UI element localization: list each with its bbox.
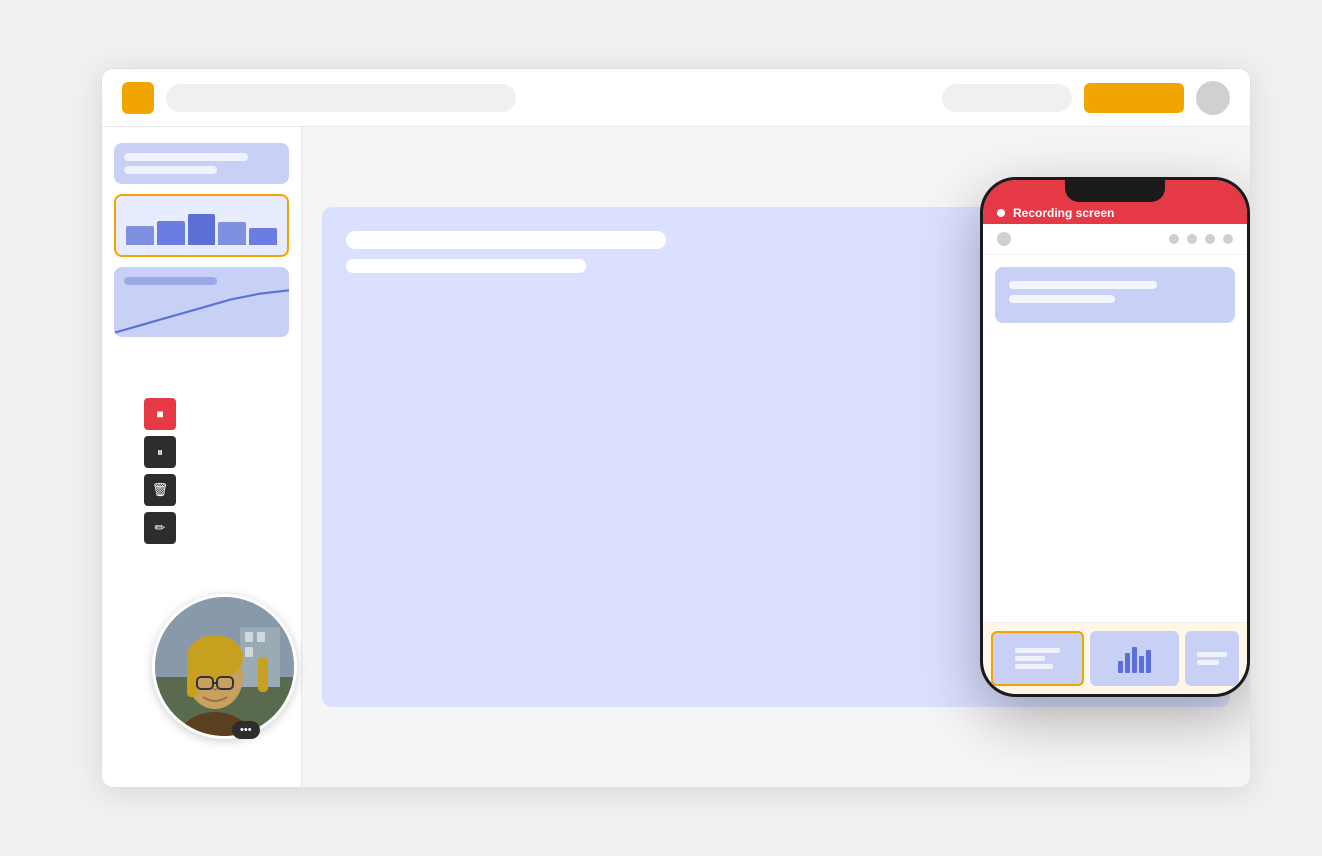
phone-card-line: [1009, 281, 1157, 289]
search-input[interactable]: [942, 84, 1072, 112]
phone-thumb-3[interactable]: [1185, 631, 1239, 686]
card-line: [124, 166, 217, 174]
pause-button[interactable]: ⏸: [144, 436, 176, 468]
user-webcam: [152, 594, 297, 739]
sidebar-chart: [126, 210, 277, 245]
card-line: [124, 277, 217, 285]
nav-dot: [997, 232, 1011, 246]
phone-body: [983, 255, 1247, 622]
scene: Recording screen: [61, 38, 1261, 818]
record-button[interactable]: ■: [144, 398, 176, 430]
action-button[interactable]: [1084, 83, 1184, 113]
phone-thumb-text[interactable]: [991, 631, 1084, 686]
phone-card-line: [1009, 295, 1115, 303]
phone-bottom-bar: [983, 622, 1247, 694]
url-bar: [166, 84, 516, 112]
browser-toolbar: [102, 69, 1250, 127]
sidebar-bar: [126, 226, 154, 245]
nav-dot: [1187, 234, 1197, 244]
app-logo: [122, 82, 154, 114]
phone-notch: [1065, 180, 1165, 202]
main-chart: Recording screen: [322, 207, 1230, 707]
sidebar-bar: [188, 214, 216, 246]
nav-dot: [1169, 234, 1179, 244]
avatar-svg: [155, 597, 297, 739]
delete-icon: 🗑: [152, 482, 169, 498]
sidebar-bar: [157, 221, 185, 246]
sidebar-card-trend[interactable]: [114, 267, 289, 337]
chart-title: [346, 231, 666, 249]
phone-content-card: [995, 267, 1235, 323]
phone-nav-bar: [983, 224, 1247, 255]
chart-subtitle: [346, 259, 586, 273]
delete-button[interactable]: 🗑: [144, 474, 176, 506]
avatar-menu-dots[interactable]: •••: [232, 721, 260, 739]
phone-screen: Recording screen: [983, 180, 1247, 694]
sidebar-bar: [218, 222, 246, 245]
phone-mockup: Recording screen: [980, 177, 1250, 697]
record-icon: ■: [156, 407, 163, 421]
main-content: Recording screen: [302, 127, 1250, 787]
nav-dot: [1205, 234, 1215, 244]
sidebar-card-chart[interactable]: [114, 194, 289, 257]
sidebar-bar: [249, 228, 277, 246]
nav-dot: [1223, 234, 1233, 244]
edit-button[interactable]: ✏: [144, 512, 176, 544]
recording-label: Recording screen: [1013, 206, 1114, 220]
dots-label: •••: [240, 724, 252, 736]
phone-thumb-chart[interactable]: [1090, 631, 1179, 686]
recording-indicator: [997, 209, 1005, 217]
browser-window: Recording screen: [101, 68, 1251, 788]
edit-icon: ✏: [155, 520, 166, 536]
sidebar-card-text[interactable]: [114, 143, 289, 184]
pause-icon: ⏸: [157, 445, 163, 460]
card-line: [124, 153, 248, 161]
user-avatar-icon[interactable]: [1196, 81, 1230, 115]
recording-controls: ■ ⏸ 🗑 ✏: [144, 398, 176, 544]
